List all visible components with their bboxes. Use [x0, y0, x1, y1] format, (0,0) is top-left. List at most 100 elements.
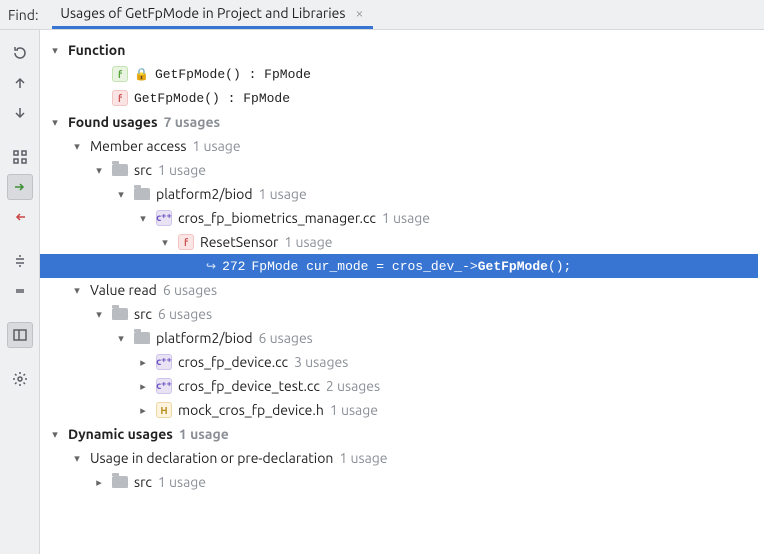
- node-package[interactable]: ▾ platform2/biod 1 usage: [40, 182, 758, 206]
- function-icon: f: [112, 66, 128, 82]
- collapse-all-icon[interactable]: [7, 278, 33, 304]
- group-by-icon[interactable]: [7, 144, 33, 170]
- usage-count: 1 usage: [179, 426, 229, 442]
- chevron-down-icon[interactable]: ▾: [48, 116, 62, 129]
- usage-count: 1 usage: [330, 402, 378, 418]
- usage-hit-selected[interactable]: ↪ 272 FpMode cur_mode = cros_dev_->GetFp…: [40, 254, 758, 278]
- chevron-right-icon[interactable]: ▸: [136, 356, 150, 369]
- folder-label: src: [134, 474, 152, 490]
- preview-icon[interactable]: [7, 322, 33, 348]
- header-file-icon: H: [156, 402, 172, 418]
- node-src[interactable]: ▾ src 1 usage: [40, 158, 758, 182]
- function-name: ResetSensor: [200, 234, 278, 250]
- node-src[interactable]: ▸ src 1 usage: [40, 470, 758, 494]
- package-label: platform2/biod: [156, 330, 253, 346]
- usage-count: 1 usage: [284, 234, 332, 250]
- find-label: Find:: [8, 7, 38, 23]
- function-icon: f: [178, 234, 194, 250]
- node-function-scope[interactable]: ▾ f ResetSensor 1 usage: [40, 230, 758, 254]
- cpp-file-icon: c⁺⁺: [156, 378, 172, 394]
- topbar: Find: Usages of GetFpMode in Project and…: [0, 0, 764, 30]
- function-item[interactable]: f 🔒 GetFpMode() : FpMode: [40, 62, 758, 86]
- sidebar: [0, 30, 40, 554]
- node-file[interactable]: ▸ c⁺⁺ cros_fp_device_test.cc 2 usages: [40, 374, 758, 398]
- usage-count: 2 usages: [326, 378, 380, 394]
- code-pre: FpMode cur_mode = cros_dev_->: [251, 259, 477, 274]
- file-label: mock_cros_fp_device.h: [178, 402, 324, 418]
- chevron-down-icon[interactable]: ▾: [70, 140, 84, 153]
- chevron-down-icon[interactable]: ▾: [158, 236, 172, 249]
- node-value-read[interactable]: ▾ Value read 6 usages: [40, 278, 758, 302]
- found-count: 7 usages: [164, 114, 221, 130]
- cpp-file-icon: c⁺⁺: [156, 354, 172, 370]
- node-found-usages[interactable]: ▾ Found usages 7 usages: [40, 110, 758, 134]
- folder-icon: [112, 308, 128, 320]
- chevron-right-icon[interactable]: ▸: [136, 380, 150, 393]
- goto-icon: ↪: [206, 259, 216, 273]
- usage-count: 6 usages: [259, 330, 313, 346]
- folder-icon: [134, 188, 150, 200]
- line-number: 272: [222, 259, 245, 274]
- node-file[interactable]: ▸ H mock_cros_fp_device.h 1 usage: [40, 398, 758, 422]
- chevron-right-icon[interactable]: ▸: [92, 476, 106, 489]
- chevron-down-icon[interactable]: ▾: [70, 452, 84, 465]
- function-signature: GetFpMode() : FpMode: [155, 67, 311, 82]
- results-tree[interactable]: ▾ Function f 🔒 GetFpMode() : FpMode f Ge…: [40, 30, 764, 554]
- prev-occurrence-icon[interactable]: [7, 70, 33, 96]
- file-label: cros_fp_device_test.cc: [178, 378, 320, 394]
- autoscroll-to-source-icon[interactable]: [7, 174, 33, 200]
- close-tab-icon[interactable]: ×: [355, 5, 363, 21]
- code-post: ();: [548, 259, 571, 274]
- found-label: Found usages: [68, 114, 158, 130]
- autoscroll-from-source-icon[interactable]: [7, 204, 33, 230]
- member-access-label: Member access: [90, 138, 186, 154]
- node-file[interactable]: ▸ c⁺⁺ cros_fp_device.cc 3 usages: [40, 350, 758, 374]
- code-match: GetFpMode: [478, 259, 548, 274]
- folder-label: src: [134, 306, 152, 322]
- usage-count: 1 usage: [382, 210, 430, 226]
- chevron-down-icon[interactable]: ▾: [48, 44, 62, 57]
- chevron-down-icon[interactable]: ▾: [48, 428, 62, 441]
- node-dynamic-usages[interactable]: ▾ Dynamic usages 1 usage: [40, 422, 758, 446]
- node-package[interactable]: ▾ platform2/biod 6 usages: [40, 326, 758, 350]
- usage-count: 6 usages: [158, 306, 212, 322]
- usage-count: 1 usage: [158, 474, 206, 490]
- chevron-down-icon[interactable]: ▾: [114, 332, 128, 345]
- chevron-down-icon[interactable]: ▾: [92, 164, 106, 177]
- file-label: cros_fp_biometrics_manager.cc: [178, 210, 376, 226]
- folder-icon: [112, 164, 128, 176]
- usage-count: 6 usages: [163, 282, 217, 298]
- folder-icon: [134, 332, 150, 344]
- node-member-access[interactable]: ▾ Member access 1 usage: [40, 134, 758, 158]
- settings-icon[interactable]: [7, 366, 33, 392]
- find-tab-title: Usages of GetFpMode in Project and Libra…: [60, 5, 345, 21]
- folder-icon: [112, 476, 128, 488]
- function-label: Function: [68, 42, 125, 58]
- node-declaration[interactable]: ▾ Usage in declaration or pre-declaratio…: [40, 446, 758, 470]
- node-src[interactable]: ▾ src 6 usages: [40, 302, 758, 326]
- chevron-down-icon[interactable]: ▾: [92, 308, 106, 321]
- folder-label: src: [134, 162, 152, 178]
- chevron-down-icon[interactable]: ▾: [70, 284, 84, 297]
- declaration-label: Usage in declaration or pre-declaration: [90, 450, 333, 466]
- lock-icon: 🔒: [134, 67, 149, 81]
- find-tab[interactable]: Usages of GetFpMode in Project and Libra…: [52, 0, 373, 29]
- function-item[interactable]: f GetFpMode() : FpMode: [40, 86, 758, 110]
- value-read-label: Value read: [90, 282, 157, 298]
- usage-count: 1 usage: [158, 162, 206, 178]
- next-occurrence-icon[interactable]: [7, 100, 33, 126]
- chevron-down-icon[interactable]: ▾: [136, 212, 150, 225]
- node-function[interactable]: ▾ Function: [40, 38, 758, 62]
- usage-count: 3 usages: [294, 354, 348, 370]
- dynamic-label: Dynamic usages: [68, 426, 173, 442]
- usage-count: 1 usage: [192, 138, 240, 154]
- expand-all-icon[interactable]: [7, 248, 33, 274]
- chevron-right-icon[interactable]: ▸: [136, 404, 150, 417]
- function-icon: f: [112, 90, 128, 106]
- usage-count: 1 usage: [259, 186, 307, 202]
- node-file[interactable]: ▾ c⁺⁺ cros_fp_biometrics_manager.cc 1 us…: [40, 206, 758, 230]
- chevron-down-icon[interactable]: ▾: [114, 188, 128, 201]
- package-label: platform2/biod: [156, 186, 253, 202]
- file-label: cros_fp_device.cc: [178, 354, 288, 370]
- rerun-icon[interactable]: [7, 40, 33, 66]
